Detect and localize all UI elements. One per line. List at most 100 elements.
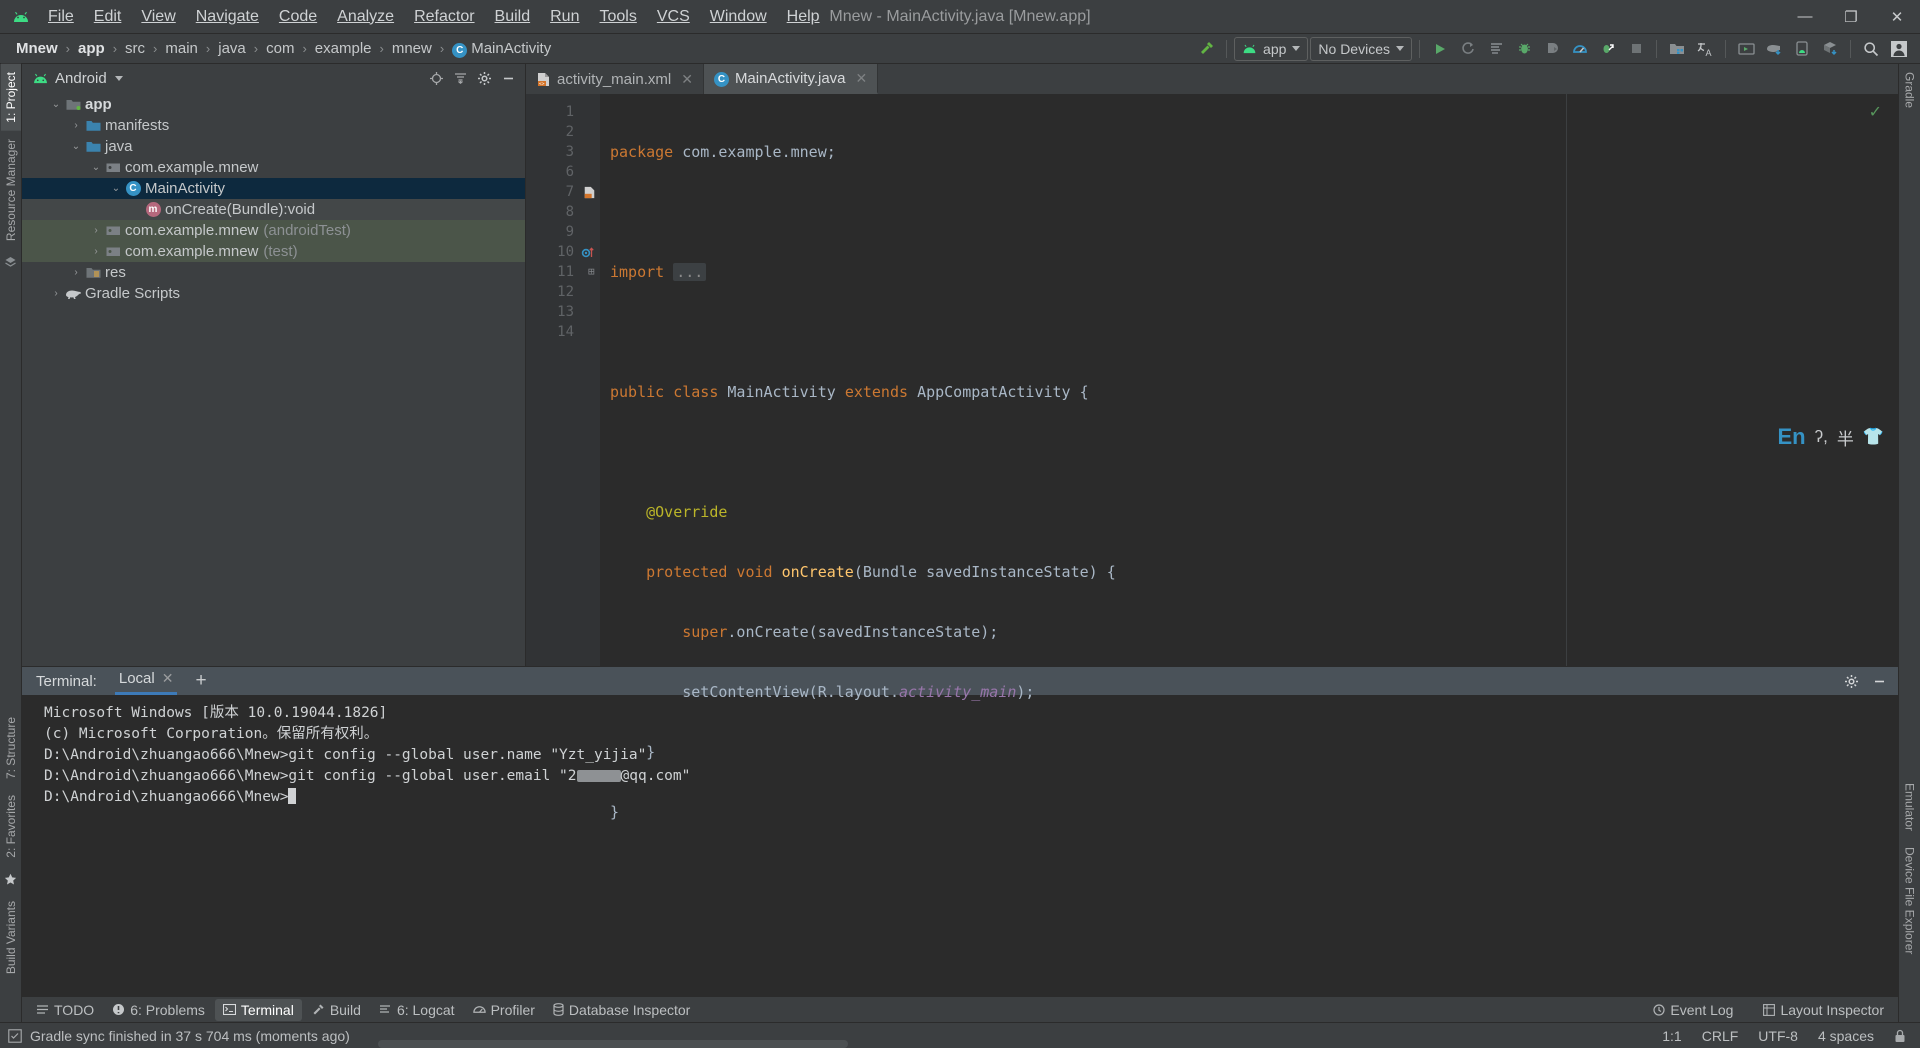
bottom-tab-database-inspector[interactable]: Database Inspector [545, 999, 698, 1021]
new-terminal-button[interactable]: + [195, 670, 206, 692]
breadcrumb-example[interactable]: example [311, 38, 376, 59]
code-editor[interactable]: 1 2 3 6 7 8 9 10 11 12 13 14 package com… [526, 94, 1898, 821]
chevron-right-icon[interactable]: › [48, 288, 64, 299]
menu-window[interactable]: Window [700, 4, 777, 30]
menu-help[interactable]: Help [777, 4, 830, 30]
inspection-status-icon[interactable]: ✓ [1869, 102, 1882, 122]
sidebar-item-project[interactable]: 1: Project [0, 64, 21, 131]
chevron-down-icon[interactable]: ⌄ [48, 99, 64, 110]
ime-punctuation-icon[interactable]: ʔ, [1815, 427, 1828, 447]
close-icon[interactable]: ✕ [681, 71, 693, 88]
bottom-tab-build[interactable]: Build [304, 999, 369, 1021]
tree-item-package-test[interactable]: › com.example.mnew (test) [22, 241, 525, 262]
lock-icon[interactable] [1894, 1029, 1906, 1043]
chevron-down-icon[interactable]: ⌄ [68, 141, 84, 152]
profiler-icon[interactable] [1567, 36, 1593, 62]
close-icon[interactable]: ✕ [162, 670, 174, 687]
close-button[interactable]: ✕ [1874, 0, 1920, 33]
menu-view[interactable]: View [131, 4, 185, 30]
chevron-down-icon[interactable]: ⌄ [88, 162, 104, 173]
menu-analyze[interactable]: Analyze [327, 4, 404, 30]
translate-icon[interactable]: A [1692, 36, 1718, 62]
settings-icon[interactable] [473, 67, 495, 89]
tree-item-manifests[interactable]: › manifests [22, 115, 525, 136]
related-layout-icon[interactable] [578, 182, 600, 202]
breadcrumb-src[interactable]: src [121, 38, 149, 59]
hide-icon[interactable] [497, 67, 519, 89]
breadcrumb-main[interactable]: main [161, 38, 202, 59]
breadcrumb-mainactivity[interactable]: C MainActivity [448, 38, 555, 60]
ime-skin-icon[interactable]: 👕 [1863, 427, 1884, 447]
ime-halfwidth-icon[interactable]: 半 [1837, 425, 1854, 450]
bottom-tab-layout-inspector[interactable]: Layout Inspector [1755, 999, 1892, 1021]
bottom-tab-todo[interactable]: TODO [28, 999, 102, 1021]
menu-code[interactable]: Code [269, 4, 327, 30]
hammer-icon[interactable] [1193, 36, 1219, 62]
sidebar-item-device-file-explorer[interactable]: Device File Explorer [1900, 839, 1920, 962]
sidebar-item-gradle[interactable]: Gradle [1900, 64, 1920, 116]
debug-icon[interactable] [1511, 36, 1537, 62]
tab-activity-main-xml[interactable]: <> activity_main.xml ✕ [526, 64, 704, 94]
breadcrumb-java[interactable]: java [214, 38, 250, 59]
tree-item-gradle-scripts[interactable]: › Gradle Scripts [22, 283, 525, 304]
menu-vcs[interactable]: VCS [647, 4, 700, 30]
run-icon[interactable] [1427, 36, 1453, 62]
sidebar-item-favorites[interactable]: 2: Favorites [1, 787, 21, 866]
breadcrumb-app[interactable]: app [74, 38, 109, 59]
run-configuration-selector[interactable]: app [1234, 36, 1309, 61]
bottom-tab-problems[interactable]: 6: Problems [104, 999, 213, 1021]
search-icon[interactable] [1858, 36, 1884, 62]
collapse-all-icon[interactable] [449, 67, 471, 89]
ime-language-label[interactable]: En [1777, 424, 1805, 450]
terminal-tab-local[interactable]: Local ✕ [114, 667, 178, 695]
sidebar-item-structure[interactable]: 7: Structure [1, 709, 21, 787]
caret-position[interactable]: 1:1 [1662, 1028, 1681, 1044]
minimize-button[interactable]: — [1782, 0, 1828, 33]
tree-item-java[interactable]: ⌄ java [22, 136, 525, 157]
rerun-icon[interactable] [1455, 36, 1481, 62]
file-encoding[interactable]: UTF-8 [1758, 1028, 1798, 1044]
debug-attach-process-icon[interactable] [1595, 36, 1621, 62]
chevron-right-icon[interactable]: › [68, 267, 84, 278]
tab-mainactivity-java[interactable]: C MainActivity.java ✕ [703, 64, 879, 94]
tree-item-mainactivity[interactable]: ⌄ C MainActivity [22, 178, 525, 199]
locate-icon[interactable] [425, 67, 447, 89]
stop-icon[interactable] [1623, 36, 1649, 62]
close-icon[interactable]: ✕ [856, 70, 868, 87]
chevron-right-icon[interactable]: › [88, 225, 104, 236]
apply-changes-icon[interactable] [1483, 36, 1509, 62]
tree-item-oncreate[interactable]: m onCreate(Bundle):void [22, 199, 525, 220]
breadcrumb-com[interactable]: com [262, 38, 298, 59]
menu-navigate[interactable]: Navigate [186, 4, 269, 30]
avd-manager-icon[interactable] [1733, 36, 1759, 62]
menu-edit[interactable]: Edit [84, 4, 132, 30]
menu-refactor[interactable]: Refactor [404, 4, 484, 30]
horizontal-scrollbar-thumb[interactable] [378, 1040, 848, 1048]
fold-expand-icon[interactable]: ⊞ [588, 262, 595, 282]
tree-item-package-main[interactable]: ⌄ com.example.mnew [22, 157, 525, 178]
chevron-right-icon[interactable]: › [68, 120, 84, 131]
menu-tools[interactable]: Tools [589, 4, 646, 30]
menu-run[interactable]: Run [540, 4, 589, 30]
attach-debugger-icon[interactable] [1539, 36, 1565, 62]
sidebar-item-emulator[interactable]: Emulator [1900, 775, 1920, 839]
breadcrumb-mnew-pkg[interactable]: mnew [388, 38, 436, 59]
line-separator[interactable]: CRLF [1702, 1028, 1739, 1044]
device-selector[interactable]: No Devices [1310, 36, 1412, 61]
breadcrumb-mnew[interactable]: Mnew [12, 38, 62, 59]
project-structure-icon[interactable] [1664, 36, 1690, 62]
sidebar-item-build-variants[interactable]: Build Variants [1, 893, 21, 982]
tree-item-res[interactable]: › res [22, 262, 525, 283]
override-method-icon[interactable] [578, 242, 600, 262]
bottom-tab-event-log[interactable]: Event Log [1645, 999, 1741, 1021]
menu-file[interactable]: File [38, 4, 84, 30]
sidebar-item-resource-manager[interactable]: Resource Manager [1, 131, 21, 249]
folded-imports[interactable]: ... [673, 263, 707, 281]
bottom-tab-logcat[interactable]: 6: Logcat [371, 999, 463, 1021]
sdk-manager-icon[interactable] [1817, 36, 1843, 62]
bottom-tab-terminal[interactable]: Terminal [214, 998, 302, 1021]
tree-item-app[interactable]: ⌄ app [22, 94, 525, 115]
maximize-button[interactable]: ❐ [1828, 0, 1874, 33]
chevron-right-icon[interactable]: › [88, 246, 104, 257]
tree-item-package-androidtest[interactable]: › com.example.mnew (androidTest) [22, 220, 525, 241]
